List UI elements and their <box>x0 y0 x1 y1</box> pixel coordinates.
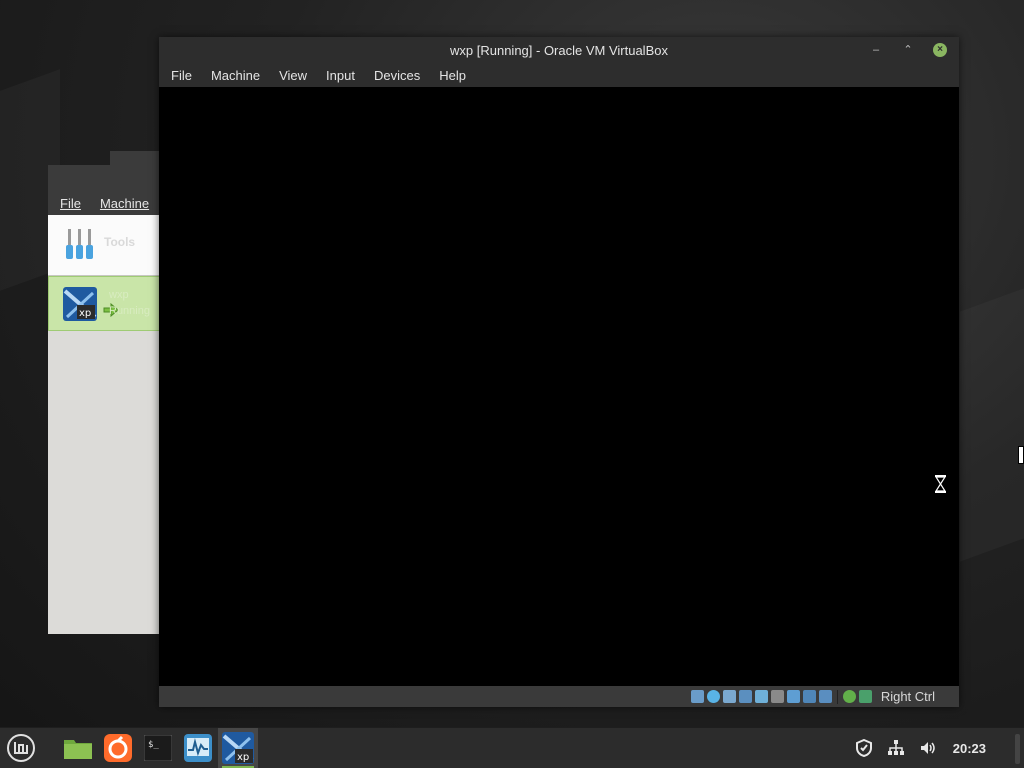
keyboard-icon[interactable] <box>858 690 872 703</box>
svg-text:$_: $_ <box>148 740 159 750</box>
windows-xp-vm-icon: xp <box>63 287 97 321</box>
virtualbox-vm-icon: xp <box>222 732 254 764</box>
manager-menu-file[interactable]: File <box>60 196 81 211</box>
terminal-icon: $_ <box>144 735 172 761</box>
optical-drive-icon[interactable] <box>706 690 720 703</box>
vm-list-item-wxp[interactable]: xp wxp Running <box>48 276 160 331</box>
vm-menubar: File Machine View Input Devices Help <box>159 63 959 87</box>
tools-item[interactable]: Tools <box>48 215 160 276</box>
tools-label: Tools <box>104 235 136 249</box>
menu-view[interactable]: View <box>279 68 307 83</box>
svg-text:xp: xp <box>237 752 249 763</box>
vm-window[interactable]: wxp [Running] - Oracle VM VirtualBox – ⌃… <box>159 37 959 707</box>
shield-icon[interactable] <box>855 739 873 757</box>
window-controls: – ⌃ × <box>869 43 947 57</box>
firefox-launcher[interactable] <box>98 728 138 768</box>
mint-menu-button[interactable] <box>4 731 38 765</box>
vm-state-label: Running <box>109 305 150 317</box>
terminal-launcher[interactable]: $_ <box>138 728 178 768</box>
vm-window-title: wxp [Running] - Oracle VM VirtualBox <box>450 42 668 58</box>
system-tray: 20:23 <box>855 728 1014 768</box>
network-icon[interactable] <box>887 739 905 757</box>
manager-titlebar[interactable] <box>48 165 160 191</box>
hourglass-cursor-icon <box>935 475 946 493</box>
host-key-label: Right Ctrl <box>880 689 935 704</box>
firefox-icon <box>104 734 132 762</box>
menu-devices[interactable]: Devices <box>374 68 420 83</box>
vm-name-label: wxp <box>109 289 129 301</box>
audio-icon[interactable] <box>722 690 736 703</box>
menu-help[interactable]: Help <box>439 68 466 83</box>
desktop-pattern <box>960 288 1024 561</box>
menu-input[interactable]: Input <box>326 68 355 83</box>
vm-window-titlebar[interactable]: wxp [Running] - Oracle VM VirtualBox – ⌃… <box>159 37 959 63</box>
taskbar: $_ xp 20:23 <box>0 727 1024 768</box>
shared-folders-icon[interactable] <box>770 690 784 703</box>
mint-menu-icon <box>7 734 35 762</box>
system-monitor-launcher[interactable] <box>178 728 218 768</box>
vm-statusbar: Right Ctrl <box>159 686 959 707</box>
volume-icon[interactable] <box>919 739 937 757</box>
hard-disk-icon[interactable] <box>690 690 704 703</box>
manager-menubar: File Machine <box>48 191 160 215</box>
menu-machine[interactable]: Machine <box>211 68 260 83</box>
show-desktop-button[interactable] <box>1015 734 1020 764</box>
clock[interactable]: 20:23 <box>953 741 986 756</box>
svg-text:xp: xp <box>79 308 91 319</box>
network-icon[interactable] <box>738 690 752 703</box>
files-launcher[interactable] <box>58 728 98 768</box>
manager-titlebar-tab <box>110 151 160 165</box>
tools-icon <box>66 229 93 259</box>
menu-file[interactable]: File <box>171 68 192 83</box>
manager-menu-machine[interactable]: Machine <box>100 196 149 211</box>
mouse-pointer-icon <box>1018 446 1024 464</box>
video-capture-icon[interactable] <box>802 690 816 703</box>
display-icon[interactable] <box>786 690 800 703</box>
files-icon <box>64 740 92 759</box>
vm-display[interactable] <box>159 87 959 686</box>
statusbar-separator <box>836 689 838 704</box>
usb-icon[interactable] <box>754 690 768 703</box>
mouse-integration-icon[interactable] <box>842 690 856 703</box>
virtualbox-vm-taskbar-button[interactable]: xp <box>218 728 258 768</box>
cpu-icon[interactable] <box>818 690 832 703</box>
system-monitor-icon <box>184 734 212 762</box>
close-button[interactable]: × <box>933 43 947 57</box>
minimize-button[interactable]: – <box>869 43 883 57</box>
virtualbox-manager-window[interactable]: File Machine Tools xp wxp Running <box>48 165 160 634</box>
maximize-button[interactable]: ⌃ <box>901 43 915 57</box>
